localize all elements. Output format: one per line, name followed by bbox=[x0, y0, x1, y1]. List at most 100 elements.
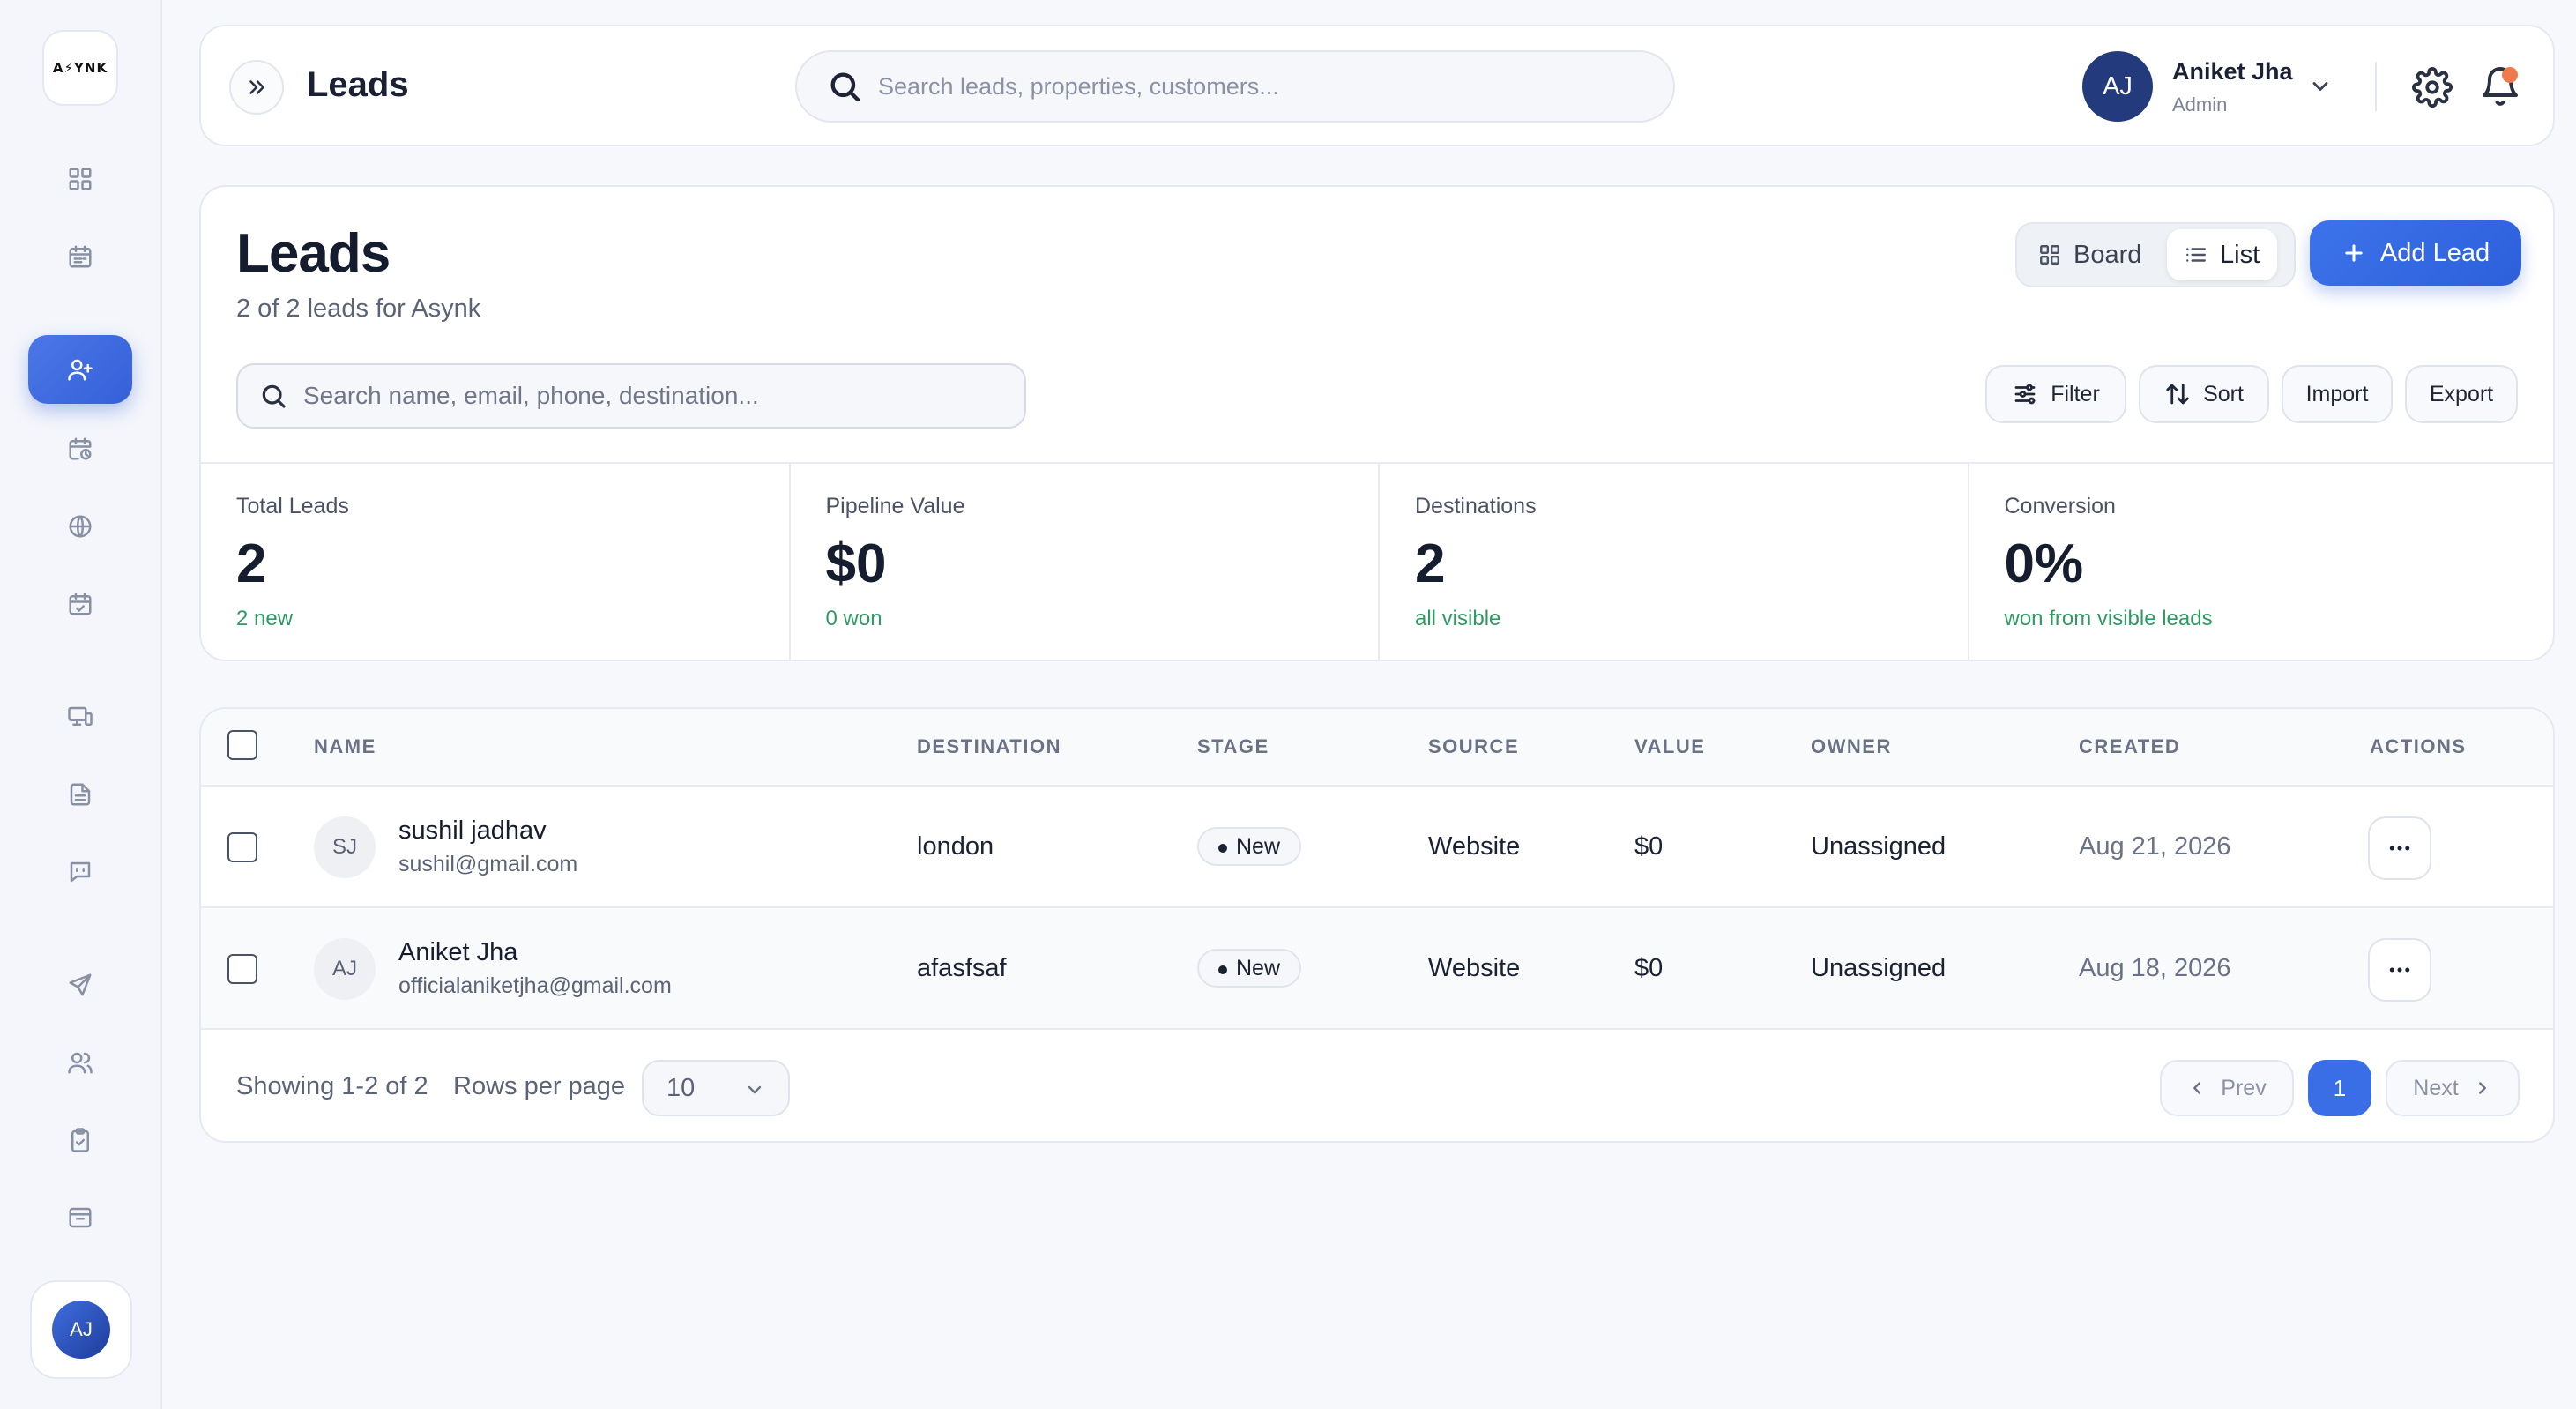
filter-button[interactable]: Filter bbox=[1985, 365, 2126, 423]
more-horizontal-icon bbox=[2389, 846, 2410, 851]
global-search-input[interactable] bbox=[878, 72, 1636, 101]
settings-button[interactable] bbox=[2412, 67, 2453, 108]
list-view-button[interactable]: List bbox=[2167, 229, 2278, 280]
column-header-value[interactable]: VALUE bbox=[1634, 735, 1705, 758]
more-horizontal-icon bbox=[2389, 967, 2410, 973]
row-actions-button[interactable] bbox=[2368, 816, 2431, 880]
column-header-owner[interactable]: OWNER bbox=[1811, 735, 1892, 758]
monitor-icon bbox=[68, 706, 93, 726]
export-button[interactable]: Export bbox=[2405, 365, 2518, 423]
lead-name[interactable]: sushil jadhav bbox=[398, 816, 547, 846]
sidebar-item-leads[interactable] bbox=[28, 335, 132, 404]
board-view-button[interactable]: Board bbox=[2021, 229, 2159, 280]
column-header-name[interactable]: NAME bbox=[314, 735, 376, 758]
column-header-created[interactable]: CREATED bbox=[2079, 735, 2180, 758]
calendar-clock-icon bbox=[69, 437, 92, 460]
sort-arrows-icon bbox=[2166, 384, 2189, 405]
prev-page-button[interactable]: Prev bbox=[2160, 1060, 2294, 1116]
sidebar-item-schedule[interactable] bbox=[28, 570, 132, 638]
app-logo[interactable]: A⚡YNK bbox=[42, 30, 118, 106]
column-header-stage[interactable]: STAGE bbox=[1197, 735, 1269, 758]
chat-icon bbox=[70, 861, 91, 883]
column-header-actions: ACTIONS bbox=[2370, 735, 2467, 757]
row-checkbox[interactable] bbox=[227, 954, 257, 984]
globe-icon bbox=[69, 515, 92, 538]
search-icon bbox=[830, 72, 860, 102]
column-header-source[interactable]: SOURCE bbox=[1428, 735, 1519, 758]
table-row[interactable]: AJ Aniket Jha officialaniketjha@gmail.co… bbox=[201, 908, 2553, 1030]
lead-destination: afasfsaf bbox=[917, 954, 1007, 982]
table-row[interactable]: SJ sushil jadhav sushil@gmail.com london… bbox=[201, 787, 2553, 908]
sidebar-item-bookings[interactable] bbox=[28, 414, 132, 483]
global-search[interactable] bbox=[795, 50, 1675, 123]
rows-per-page-select[interactable]: 10 bbox=[642, 1060, 790, 1116]
lead-name[interactable]: Aniket Jha bbox=[398, 938, 517, 967]
lead-value: $0 bbox=[1634, 954, 1664, 982]
column-header-destination[interactable]: DESTINATION bbox=[917, 735, 1061, 758]
user-role: Admin bbox=[2172, 93, 2228, 116]
header-title: Leads bbox=[307, 65, 409, 104]
leads-overview-card: Leads 2 of 2 leads for Asynk Board List … bbox=[199, 185, 2555, 661]
next-page-button[interactable]: Next bbox=[2386, 1060, 2520, 1116]
stat-conversion: Conversion 0% won from visible leads bbox=[2004, 494, 2213, 630]
sidebar-item-destinations[interactable] bbox=[28, 492, 132, 561]
chevron-right-icon bbox=[2478, 1082, 2486, 1094]
row-checkbox[interactable] bbox=[227, 832, 257, 862]
gear-icon bbox=[2412, 67, 2453, 108]
add-lead-button[interactable]: Add Lead bbox=[2310, 220, 2521, 286]
calendar-check-icon bbox=[69, 593, 92, 615]
row-actions-button[interactable] bbox=[2368, 938, 2431, 1002]
sidebar-item-dashboard[interactable] bbox=[28, 145, 132, 213]
notifications-button[interactable] bbox=[2479, 65, 2521, 108]
lead-created: Aug 21, 2026 bbox=[2079, 832, 2231, 861]
sidebar-item-devices[interactable] bbox=[28, 682, 132, 751]
sidebar-item-trips[interactable] bbox=[28, 951, 132, 1019]
stage-badge: New bbox=[1197, 827, 1302, 866]
sort-button[interactable]: Sort bbox=[2139, 365, 2269, 423]
notification-dot bbox=[2502, 67, 2518, 83]
user-menu-toggle[interactable] bbox=[2308, 74, 2333, 99]
avatar: AJ bbox=[52, 1301, 110, 1359]
lead-value: $0 bbox=[1634, 832, 1664, 861]
page-number-button[interactable]: 1 bbox=[2308, 1060, 2371, 1116]
avatar[interactable]: AJ bbox=[2082, 51, 2153, 122]
users-icon bbox=[68, 1052, 93, 1074]
plane-icon bbox=[69, 973, 92, 996]
sidebar-item-inbox[interactable] bbox=[28, 1183, 132, 1252]
lead-source: Website bbox=[1428, 832, 1521, 861]
sidebar-item-documents[interactable] bbox=[28, 760, 132, 829]
chevrons-right-icon bbox=[249, 80, 264, 94]
sidebar-item-tasks[interactable] bbox=[28, 1106, 132, 1174]
plus-icon bbox=[2345, 244, 2363, 262]
sidebar-item-team[interactable] bbox=[28, 1028, 132, 1097]
lead-search[interactable] bbox=[236, 363, 1026, 429]
sidebar-profile[interactable]: AJ bbox=[30, 1280, 132, 1379]
sidebar-item-messages[interactable] bbox=[28, 838, 132, 906]
chevron-down-icon bbox=[748, 1085, 762, 1094]
stats-row: Total Leads 2 2 new Pipeline Value $0 0 … bbox=[201, 462, 2553, 660]
calendar-icon bbox=[69, 245, 92, 268]
sidebar: A⚡YNK AJ bbox=[0, 0, 162, 1409]
lead-source: Website bbox=[1428, 954, 1521, 982]
chevron-down-icon bbox=[2312, 82, 2328, 91]
lead-search-input[interactable] bbox=[303, 382, 1009, 410]
lead-destination: london bbox=[917, 832, 994, 861]
user-name[interactable]: Aniket Jha bbox=[2172, 58, 2293, 86]
lead-owner: Unassigned bbox=[1811, 832, 1947, 861]
avatar: AJ bbox=[314, 938, 376, 1000]
table-header: NAME DESTINATION STAGE SOURCE VALUE OWNE… bbox=[201, 709, 2553, 787]
expand-sidebar-button[interactable] bbox=[229, 60, 284, 115]
sidebar-item-calendar[interactable] bbox=[28, 222, 132, 291]
grid-icon bbox=[69, 168, 92, 190]
grid-icon bbox=[2040, 245, 2059, 265]
chevron-left-icon bbox=[2193, 1082, 2201, 1094]
import-button[interactable]: Import bbox=[2282, 365, 2393, 423]
top-header: Leads AJ Aniket Jha Admin bbox=[199, 25, 2555, 146]
lead-email: sushil@gmail.com bbox=[398, 852, 578, 876]
search-icon bbox=[262, 384, 286, 408]
showing-count: Showing 1-2 of 2 bbox=[236, 1072, 428, 1100]
sliders-icon bbox=[2014, 384, 2036, 405]
avatar: SJ bbox=[314, 816, 376, 878]
stage-badge: New bbox=[1197, 949, 1302, 988]
select-all-checkbox[interactable] bbox=[227, 730, 257, 760]
